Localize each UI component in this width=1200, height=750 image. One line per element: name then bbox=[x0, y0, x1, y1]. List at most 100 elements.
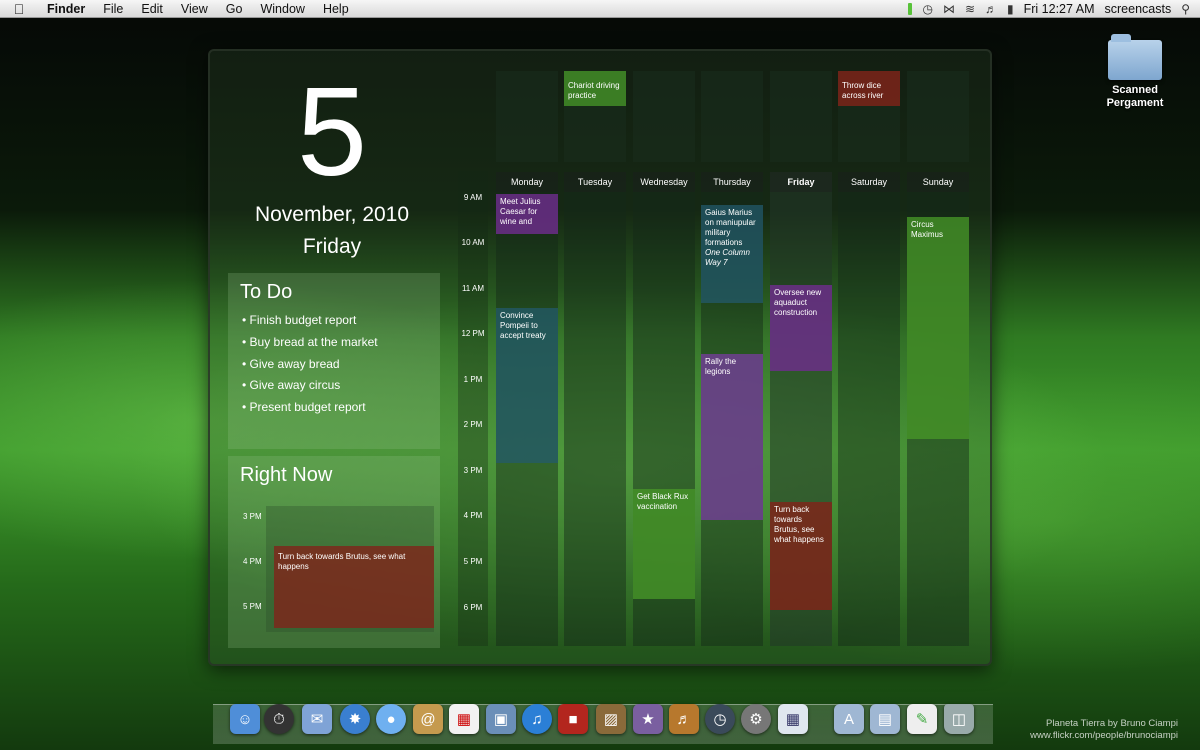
day-header: Tuesday bbox=[564, 172, 626, 192]
right-now-time: 4 PM bbox=[243, 557, 262, 566]
time-label: 6 PM bbox=[463, 603, 483, 612]
menu-go[interactable]: Go bbox=[217, 2, 252, 16]
day-header-today: Friday bbox=[770, 172, 832, 192]
right-now-panel: Right Now 3 PM 4 PM 5 PM Turn back towar… bbox=[228, 456, 440, 648]
menu-extras: ◷ ⋈ ≋ ♬ ▮ Fri 12:27 AM screencasts ⚲ bbox=[908, 2, 1200, 16]
bluetooth-icon[interactable]: ⋈ bbox=[943, 2, 955, 16]
all-day-event[interactable]: Throw dice across river bbox=[838, 71, 900, 106]
todo-list: Finish budget report Buy bread at the ma… bbox=[228, 310, 440, 419]
day-header: Saturday bbox=[838, 172, 900, 192]
desktop-folder-label: Scanned Pergament bbox=[1106, 84, 1164, 109]
todo-item[interactable]: Give away bread bbox=[242, 354, 440, 376]
all-day-cell-friday[interactable] bbox=[770, 71, 832, 162]
time-machine-status-icon[interactable]: ◷ bbox=[922, 2, 932, 16]
ical-icon[interactable]: ▦ bbox=[449, 704, 479, 734]
calendar-event[interactable]: Get Black Rux vaccination bbox=[633, 489, 695, 599]
credit-line: Planeta Tierra by Bruno Ciampi bbox=[1045, 718, 1178, 729]
calendar-event[interactable]: Oversee new aquaduct construction bbox=[770, 285, 832, 371]
volume-icon[interactable]: ♬ bbox=[985, 2, 997, 16]
safari-icon[interactable]: ✸ bbox=[340, 704, 370, 734]
all-day-cell-thursday[interactable] bbox=[701, 71, 763, 162]
calendar-event[interactable]: Gaius Marius on maniupular military form… bbox=[701, 205, 763, 303]
menu-finder[interactable]: Finder bbox=[38, 2, 94, 16]
finder-icon[interactable]: ☺ bbox=[230, 704, 260, 734]
month-year: November, 2010 bbox=[254, 203, 410, 226]
spotlight-search-icon[interactable]: ⚲ bbox=[1181, 2, 1190, 16]
indicator-icon[interactable] bbox=[908, 2, 913, 15]
menu-bar:  Finder File Edit View Go Window Help ◷… bbox=[0, 0, 1200, 18]
imovie-star-icon[interactable]: ★ bbox=[633, 704, 663, 734]
right-now-event[interactable]: Turn back towards Brutus, see what happe… bbox=[274, 546, 434, 628]
applications-folder-icon[interactable]: A bbox=[834, 704, 864, 734]
calendar-event[interactable]: Rally the legions bbox=[701, 354, 763, 520]
mail-stamp-icon[interactable]: ✉ bbox=[302, 704, 332, 734]
dashboard-icon[interactable]: ⏱ bbox=[264, 704, 294, 734]
all-day-cell-monday[interactable] bbox=[496, 71, 558, 162]
time-label: 5 PM bbox=[463, 557, 483, 566]
calendar-event[interactable]: Convince Pompeii to accept treaty bbox=[496, 308, 558, 463]
address-book-icon[interactable]: @ bbox=[413, 704, 443, 734]
time-machine-icon[interactable]: ◷ bbox=[705, 704, 735, 734]
right-now-time: 3 PM bbox=[243, 512, 262, 521]
time-label: 12 PM bbox=[461, 329, 485, 338]
right-now-title: Right Now bbox=[240, 464, 333, 486]
menu-user[interactable]: screencasts bbox=[1105, 2, 1172, 16]
day-column-wednesday: Wednesday Get Black Rux vaccination bbox=[633, 172, 695, 646]
day-header: Sunday bbox=[907, 172, 969, 192]
wallpaper-credit: Planeta Tierra by Bruno Ciampi www.flick… bbox=[1030, 718, 1178, 742]
time-label: 4 PM bbox=[463, 511, 483, 520]
iphoto-icon[interactable]: ▣ bbox=[486, 704, 516, 734]
documents-folder-icon[interactable]: ▤ bbox=[870, 704, 900, 734]
right-now-time: 5 PM bbox=[243, 602, 262, 611]
day-column-saturday: Saturday bbox=[838, 172, 900, 646]
battery-icon[interactable]: ▮ bbox=[1007, 2, 1014, 16]
time-label: 3 PM bbox=[463, 466, 483, 475]
calendar-event[interactable]: Meet Julius Caesar for wine and bbox=[496, 194, 558, 234]
menu-window[interactable]: Window bbox=[251, 2, 313, 16]
day-header: Wednesday bbox=[633, 172, 695, 192]
photo-booth-icon[interactable]: ■ bbox=[558, 704, 588, 734]
menu-file[interactable]: File bbox=[94, 2, 132, 16]
day-column-monday: Monday Meet Julius Caesar for wine and C… bbox=[496, 172, 558, 646]
system-preferences-icon[interactable]: ⚙ bbox=[741, 704, 771, 734]
day-column-sunday: Sunday Circus Maximus bbox=[907, 172, 969, 646]
garageband-icon[interactable]: ♬ bbox=[669, 704, 699, 734]
downloads-stack-icon[interactable]: ✎ bbox=[907, 704, 937, 734]
all-day-cell-wednesday[interactable] bbox=[633, 71, 695, 162]
day-column-tuesday: Tuesday bbox=[564, 172, 626, 646]
todo-item[interactable]: Give away circus bbox=[242, 375, 440, 397]
calendar-event[interactable]: Circus Maximus bbox=[907, 217, 969, 439]
day-column-thursday: Thursday Gaius Marius on maniupular mili… bbox=[701, 172, 763, 646]
calendar-widget: 5 November, 2010 Friday To Do Finish bud… bbox=[208, 49, 992, 666]
preview-icon[interactable]: ▨ bbox=[596, 704, 626, 734]
menu-edit[interactable]: Edit bbox=[132, 2, 172, 16]
calendar-widget-icon[interactable]: ▦ bbox=[778, 704, 808, 734]
all-day-event[interactable]: Chariot driving practice bbox=[564, 71, 626, 106]
menu-view[interactable]: View bbox=[172, 2, 217, 16]
menu-clock[interactable]: Fri 12:27 AM bbox=[1024, 2, 1095, 16]
todo-panel: To Do Finish budget report Buy bread at … bbox=[228, 273, 440, 449]
apple-menu-icon[interactable]:  bbox=[0, 1, 38, 17]
event-title: Gaius Marius on maniupular military form… bbox=[705, 208, 756, 247]
day-header: Monday bbox=[496, 172, 558, 192]
time-label: 9 AM bbox=[463, 193, 483, 202]
todo-title: To Do bbox=[240, 281, 293, 303]
time-label: 11 AM bbox=[461, 284, 485, 293]
time-label: 2 PM bbox=[463, 420, 483, 429]
desktop-folder[interactable]: Scanned Pergament bbox=[1096, 34, 1174, 110]
time-label: 10 AM bbox=[461, 238, 485, 247]
folder-icon bbox=[1108, 34, 1162, 80]
wifi-icon[interactable]: ≋ bbox=[965, 2, 975, 16]
day-column-friday: Friday Oversee new aquaduct construction… bbox=[770, 172, 832, 646]
itunes-icon[interactable]: ♫ bbox=[522, 704, 552, 734]
todo-item[interactable]: Present budget report bbox=[242, 397, 440, 419]
todo-item[interactable]: Buy bread at the market bbox=[242, 332, 440, 354]
todo-item[interactable]: Finish budget report bbox=[242, 310, 440, 332]
ichat-icon[interactable]: ● bbox=[376, 704, 406, 734]
trash-icon[interactable]: ◫ bbox=[944, 704, 974, 734]
all-day-cell-sunday[interactable] bbox=[907, 71, 969, 162]
menu-help[interactable]: Help bbox=[314, 2, 358, 16]
weekday-label: Friday bbox=[302, 235, 362, 258]
event-location: One Column Way 7 bbox=[705, 248, 750, 267]
calendar-event[interactable]: Turn back towards Brutus, see what happe… bbox=[770, 502, 832, 610]
